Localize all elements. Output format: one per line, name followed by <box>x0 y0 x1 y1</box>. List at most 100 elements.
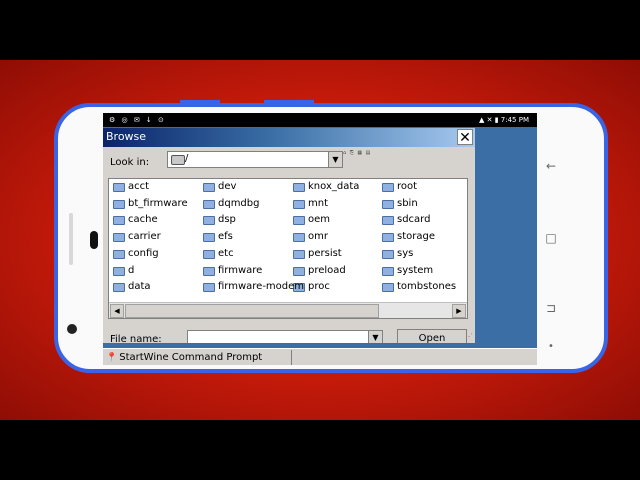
status-bar: ⚙ ◎ ✉ ↓ ⊙ ▲ ✕ ▮ 7:45 PM <box>103 113 537 127</box>
start-button[interactable]: 📍 StartWine Command Prompt <box>104 350 265 365</box>
folder-icon <box>382 183 394 192</box>
folder-icon <box>113 199 125 209</box>
folder-item[interactable]: acct <box>113 181 201 195</box>
folder-icon <box>382 249 394 259</box>
folder-label: dsp <box>218 214 236 226</box>
wine-pin-icon: 📍 <box>106 353 118 363</box>
look-in-dropdown[interactable]: / ▼ <box>167 151 343 168</box>
folder-icon <box>382 233 394 243</box>
folder-item[interactable]: etc <box>203 248 291 262</box>
folder-label: bt_firmware <box>128 197 188 209</box>
folder-item[interactable]: tombstones <box>382 281 467 295</box>
folder-item[interactable]: root <box>382 181 467 195</box>
folder-item[interactable]: firmware <box>203 265 291 279</box>
folder-label: dev <box>218 181 237 192</box>
folder-label: persist <box>308 247 342 259</box>
dialog-toolbar-icons[interactable]: ⌂ ⎘ ▦ ▤ <box>343 150 371 156</box>
folder-item[interactable]: config <box>113 248 201 262</box>
folder-item[interactable]: dev <box>203 181 291 195</box>
close-button[interactable]: ✕ <box>457 129 473 146</box>
horizontal-scrollbar[interactable]: ◀ ▶ <box>109 302 467 318</box>
file-name-label: File name: <box>110 334 162 343</box>
folder-icon <box>293 249 305 259</box>
folder-icon <box>293 233 305 243</box>
dot-icon: • <box>548 341 554 352</box>
front-camera <box>67 324 77 334</box>
folder-icon <box>293 216 305 226</box>
scroll-right-icon[interactable]: ▶ <box>452 304 466 318</box>
folder-item[interactable]: sdcard <box>382 214 467 228</box>
folder-item[interactable]: preload <box>293 265 381 279</box>
folder-icon <box>113 249 125 259</box>
folder-item[interactable]: persist <box>293 248 381 262</box>
folder-label: sbin <box>397 197 418 209</box>
folder-label: oem <box>308 214 331 226</box>
phone-sensor <box>90 231 98 249</box>
recents-icon[interactable]: ⊐ <box>537 301 565 315</box>
folder-icon <box>203 233 215 243</box>
folder-label: sdcard <box>397 214 431 226</box>
folder-item[interactable]: dqmdbg <box>203 198 291 212</box>
folder-item[interactable]: carrier <box>113 231 201 245</box>
dialog-titlebar[interactable]: Browse ✕ <box>103 128 475 147</box>
folder-label: carrier <box>128 231 161 243</box>
folder-label: tombstones <box>397 281 457 293</box>
folder-label: d <box>128 264 135 276</box>
folder-icon <box>293 183 305 192</box>
start-label: Start <box>119 352 144 363</box>
folder-label: root <box>397 181 418 192</box>
folder-icon <box>113 233 125 243</box>
browse-dialog: Browse ✕ Look in: / ▼ ⌂ ⎘ ▦ ▤ tombstones… <box>103 128 475 343</box>
scroll-left-icon[interactable]: ◀ <box>110 304 124 318</box>
folder-icon <box>203 249 215 259</box>
folder-item[interactable]: dsp <box>203 214 291 228</box>
chevron-down-icon[interactable]: ▼ <box>368 331 382 343</box>
task-label[interactable]: Wine Command Prompt <box>144 352 263 363</box>
folder-item[interactable]: oem <box>293 214 381 228</box>
folder-item[interactable]: storage <box>382 231 467 245</box>
folder-label: preload <box>308 264 346 276</box>
folder-label: efs <box>218 231 233 243</box>
folder-label: acct <box>128 181 150 192</box>
open-button[interactable]: Open <box>397 329 467 343</box>
folder-icon <box>113 283 125 293</box>
folder-icon <box>293 199 305 209</box>
folder-label: storage <box>397 231 435 243</box>
scrollbar-thumb[interactable] <box>125 304 379 318</box>
folder-icon <box>382 283 394 293</box>
folder-icon <box>382 216 394 226</box>
folder-item[interactable]: firmware-modem <box>203 281 304 295</box>
folder-item[interactable]: efs <box>203 231 291 245</box>
phone-earpiece <box>69 213 73 265</box>
folder-list[interactable]: tombstones system sys storage sdcard sbin root… <box>108 178 468 319</box>
home-icon[interactable]: □ <box>537 231 565 245</box>
back-icon[interactable]: ← <box>537 159 565 173</box>
folder-icon <box>203 266 215 276</box>
folder-item[interactable]: sbin <box>382 197 467 212</box>
close-icon: ✕ <box>459 130 471 146</box>
android-nav-bar: ← □ ⊐ • <box>537 113 565 365</box>
folder-item[interactable]: cache <box>113 214 201 228</box>
chevron-down-icon[interactable]: ▼ <box>328 152 342 167</box>
folder-item[interactable]: mnt <box>293 198 381 212</box>
folder-label: proc <box>308 281 330 293</box>
folder-label: cache <box>128 214 158 226</box>
resize-grip-icon[interactable]: ⋰ <box>465 332 473 341</box>
folder-icon <box>113 266 125 276</box>
folder-item[interactable]: knox_data <box>293 181 381 195</box>
folder-label: system <box>397 264 434 276</box>
folder-label: mnt <box>308 197 328 209</box>
folder-item[interactable]: system <box>382 264 467 279</box>
folder-item[interactable]: sys <box>382 247 467 262</box>
folder-item[interactable]: proc <box>293 281 381 295</box>
taskbar-separator <box>291 350 292 365</box>
folder-icon <box>203 183 215 192</box>
folder-item[interactable]: data <box>113 281 201 295</box>
folder-item[interactable]: omr <box>293 231 381 245</box>
folder-item[interactable]: bt_firmware <box>113 198 201 212</box>
file-name-input[interactable]: ▼ <box>187 330 383 343</box>
look-in-value: / <box>185 153 189 164</box>
folder-label: config <box>128 247 159 259</box>
folder-label: sys <box>397 247 414 259</box>
folder-item[interactable]: d <box>113 265 201 279</box>
